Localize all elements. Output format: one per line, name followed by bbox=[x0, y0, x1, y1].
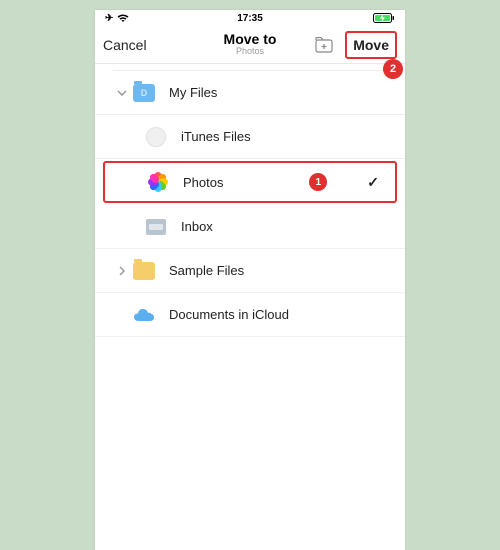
airplane-mode-icon: ✈ bbox=[105, 13, 113, 24]
folder-row-sample[interactable]: Sample Files bbox=[95, 249, 405, 293]
phone-screen: ✈ 17:35 Cancel Move to Photos Move 2 bbox=[95, 10, 405, 550]
folder-label: Documents in iCloud bbox=[169, 307, 405, 322]
folder-row-photos[interactable]: Photos 1 ✓ bbox=[103, 161, 397, 203]
new-folder-icon[interactable] bbox=[315, 37, 335, 53]
status-time: 17:35 bbox=[237, 13, 263, 24]
nav-subtitle: Photos bbox=[224, 47, 277, 57]
battery-icon bbox=[373, 13, 395, 23]
itunes-icon bbox=[143, 124, 169, 150]
folder-list[interactable]: My Files iTunes Files Photos 1 bbox=[95, 64, 405, 337]
folder-label: My Files bbox=[169, 85, 405, 100]
checkmark-icon: ✓ bbox=[367, 174, 379, 191]
folder-label: Inbox bbox=[181, 219, 405, 234]
status-bar: ✈ 17:35 bbox=[95, 10, 405, 26]
folder-row-icloud[interactable]: Documents in iCloud bbox=[95, 293, 405, 337]
folder-icon bbox=[131, 80, 157, 106]
photos-icon bbox=[145, 169, 171, 195]
chevron-down-icon[interactable] bbox=[113, 90, 131, 96]
folder-label: Photos bbox=[183, 175, 309, 190]
wifi-icon bbox=[117, 14, 129, 23]
nav-title-area: Move to Photos bbox=[224, 32, 277, 57]
move-button[interactable]: Move 2 bbox=[345, 31, 397, 59]
nav-title: Move to bbox=[224, 32, 277, 47]
folder-label: iTunes Files bbox=[181, 129, 405, 144]
folder-row-inbox[interactable]: Inbox bbox=[95, 205, 405, 249]
cloud-icon bbox=[131, 302, 157, 328]
cancel-button[interactable]: Cancel bbox=[103, 37, 147, 53]
nav-bar: Cancel Move to Photos Move 2 bbox=[95, 26, 405, 64]
folder-row-myfiles[interactable]: My Files bbox=[95, 71, 405, 115]
annotation-badge-1: 1 bbox=[309, 173, 327, 191]
inbox-icon bbox=[143, 214, 169, 240]
folder-icon bbox=[131, 258, 157, 284]
folder-row-itunes[interactable]: iTunes Files bbox=[95, 115, 405, 159]
move-button-label: Move bbox=[353, 37, 389, 53]
folder-label: Sample Files bbox=[169, 263, 405, 278]
chevron-right-icon[interactable] bbox=[113, 266, 131, 276]
